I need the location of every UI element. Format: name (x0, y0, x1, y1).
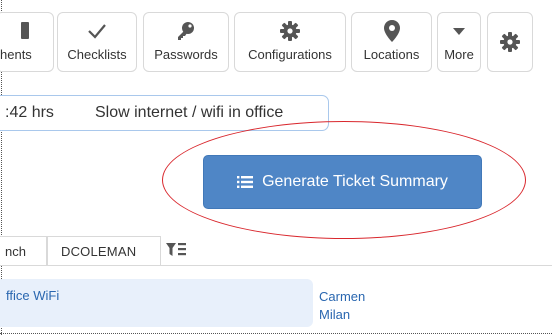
tab-label: nch (5, 244, 26, 259)
ticket-toolbar: hents Checklists Passwords Configuration… (0, 12, 552, 74)
filter-list-icon[interactable] (166, 242, 186, 263)
assignee-first-name: Carmen (319, 289, 366, 304)
toolbar-locations-button[interactable]: Locations (351, 12, 432, 72)
assignee-last-name: Milan (319, 307, 351, 322)
toolbar-label: Passwords (154, 47, 218, 62)
toolbar-settings-button[interactable] (487, 12, 533, 72)
toolbar-passwords-button[interactable]: Passwords (143, 12, 229, 72)
issue-summary: Slow internet / wifi in office (95, 104, 284, 121)
selection-border-bottom (0, 333, 552, 334)
assignee-link[interactable]: Carmen Milan (319, 288, 365, 324)
toolbar-label: More (444, 47, 474, 62)
toolbar-label: Checklists (67, 47, 127, 62)
gear-icon (235, 19, 345, 43)
checkmark-icon (58, 19, 136, 43)
tab-label: DCOLEMAN (61, 244, 137, 259)
generate-ticket-summary-button[interactable]: Generate Ticket Summary (203, 155, 482, 209)
tab-divider (0, 265, 552, 266)
attachments-icon (0, 19, 53, 43)
toolbar-label: hents (0, 47, 32, 62)
ticket-title-link[interactable]: ffice WiFi (6, 288, 59, 303)
list-icon (237, 175, 254, 189)
toolbar-attachments-button[interactable]: hents (0, 12, 54, 72)
key-icon (144, 19, 228, 43)
toolbar-more-button[interactable]: More (437, 12, 481, 72)
toolbar-configurations-button[interactable]: Configurations (234, 12, 346, 72)
ticket-row[interactable] (0, 279, 313, 327)
toolbar-label: Configurations (248, 47, 332, 62)
ticket-tabs: nch DCOLEMAN (0, 236, 552, 266)
generate-button-label: Generate Ticket Summary (262, 173, 448, 190)
tab-branch[interactable]: nch (0, 236, 47, 266)
hours-value: :42 hrs (5, 104, 54, 121)
settings-gear-icon (488, 30, 532, 54)
toolbar-checklists-button[interactable]: Checklists (57, 12, 137, 72)
ticket-info-field[interactable]: :42 hrs Slow internet / wifi in office (0, 95, 329, 131)
map-pin-icon (352, 19, 431, 43)
toolbar-label: Locations (363, 47, 420, 62)
tab-dcoleman[interactable]: DCOLEMAN (47, 236, 161, 266)
caret-down-icon (438, 19, 480, 43)
